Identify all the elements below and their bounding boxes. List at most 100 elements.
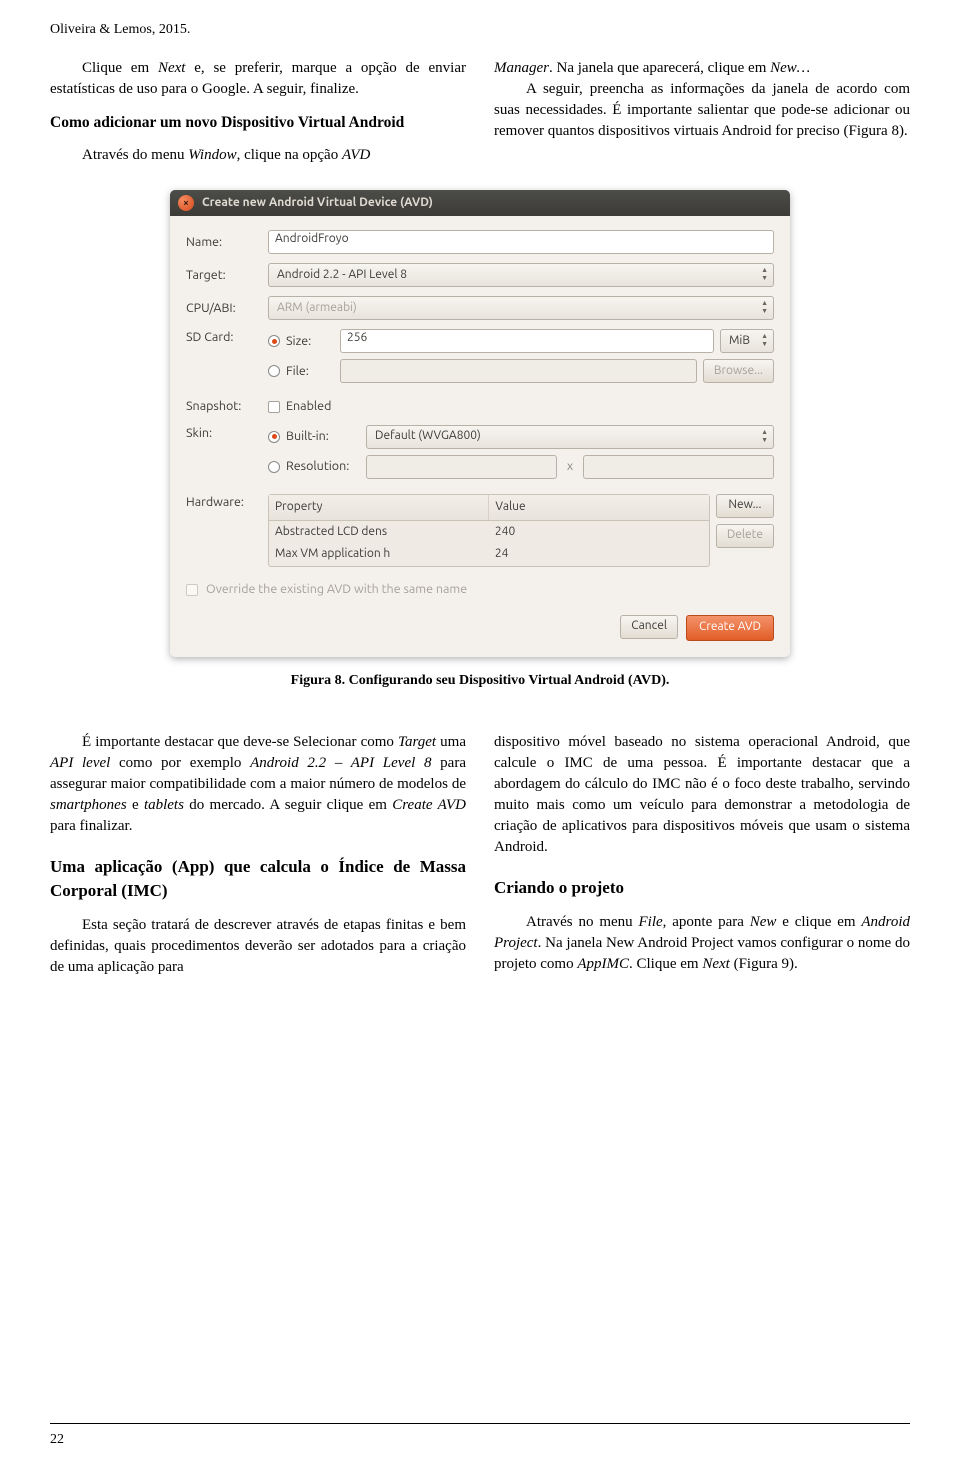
figure-caption: Figura 8. Configurando seu Dispositivo V… (50, 671, 910, 691)
text: , clique na opção (237, 147, 342, 163)
italic: New (750, 914, 777, 930)
italic: Android 2.2 – API Level 8 (250, 755, 431, 771)
italic: smartphones (50, 797, 127, 813)
hardware-table: Property Value Abstracted LCD dens 240 M… (268, 494, 710, 567)
paragraph: Esta seção tratará de descrever através … (50, 915, 466, 978)
label-enabled: Enabled (286, 398, 331, 416)
text: e clique em (776, 914, 861, 930)
label-x: x (563, 458, 577, 476)
italic: Window (188, 147, 236, 163)
chevron-updown-icon: ▲▼ (761, 299, 768, 315)
italic: File (639, 914, 663, 930)
name-input[interactable]: AndroidFroyo (268, 230, 774, 254)
label-target: Target: (186, 267, 260, 285)
label-skin: Skin: (186, 425, 260, 443)
paragraph: A seguir, preencha as informações da jan… (494, 79, 910, 142)
delete-hw-button: Delete (716, 524, 774, 548)
sd-unit-value: MiB (729, 333, 750, 350)
hw-col-value: Value (489, 495, 708, 520)
bottom-right-column: dispositivo móvel baseado no sistema ope… (494, 732, 910, 978)
subheading: Como adicionar um novo Dispositivo Virtu… (50, 112, 466, 134)
hw-prop: Abstracted LCD dens (269, 521, 489, 544)
cpu-value: ARM (armeabi) (277, 300, 357, 317)
italic: AVD (342, 147, 370, 163)
cpu-select: ARM (armeabi) ▲▼ (268, 296, 774, 320)
italic: Manager (494, 60, 549, 76)
radio-resolution[interactable] (268, 461, 280, 473)
avd-dialog: × Create new Android Virtual Device (AVD… (170, 190, 790, 656)
label-sdcard: SD Card: (186, 329, 260, 347)
create-avd-button[interactable]: Create AVD (686, 615, 774, 641)
row-override: Override the existing AVD with the same … (186, 581, 774, 599)
override-checkbox (186, 584, 198, 596)
sd-size-row: Size: 256 MiB ▲▼ (268, 329, 774, 353)
label-snapshot: Snapshot: (186, 398, 260, 416)
figure-8-screenshot: × Create new Android Virtual Device (AVD… (50, 190, 910, 656)
top-left-column: Clique em Next e, se preferir, marque a … (50, 58, 466, 167)
radio-size[interactable] (268, 335, 280, 347)
sd-unit-select[interactable]: MiB ▲▼ (720, 329, 774, 353)
label-cpu: CPU/ABI: (186, 300, 260, 318)
label-hardware: Hardware: (186, 494, 260, 512)
target-select[interactable]: Android 2.2 - API Level 8 ▲▼ (268, 263, 774, 287)
hw-val: 24 (489, 543, 709, 566)
page-number: 22 (50, 1430, 64, 1450)
skin-select[interactable]: Default (WVGA800) ▲▼ (366, 425, 774, 449)
cancel-button[interactable]: Cancel (620, 615, 678, 639)
dialog-footer: Cancel Create AVD (186, 615, 774, 641)
table-row[interactable]: Max VM application h 24 (269, 543, 709, 566)
res-height-input (583, 455, 774, 479)
text: uma (436, 734, 466, 750)
row-name: Name: AndroidFroyo (186, 230, 774, 254)
text: (Figura 9). (730, 956, 798, 972)
hw-col-property: Property (269, 495, 489, 520)
text: . Na janela que aparecerá, clique em (549, 60, 770, 76)
radio-builtin[interactable] (268, 431, 280, 443)
sd-size-input[interactable]: 256 (340, 329, 714, 353)
label-name: Name: (186, 234, 260, 252)
label-resolution: Resolution: (286, 458, 360, 476)
text: É importante destacar que deve-se Seleci… (82, 734, 398, 750)
section-heading: Uma aplicação (App) que calcula o Índice… (50, 855, 466, 903)
text: e (127, 797, 144, 813)
italic: API level (50, 755, 110, 771)
dialog-title: Create new Android Virtual Device (AVD) (202, 195, 433, 212)
bottom-columns: É importante destacar que deve-se Seleci… (50, 732, 910, 978)
label-builtin: Built-in: (286, 428, 360, 446)
text: Através do menu (82, 147, 188, 163)
label-size: Size: (286, 333, 334, 351)
chevron-updown-icon: ▲▼ (761, 428, 768, 444)
paragraph: Através no menu File, aponte para New e … (494, 912, 910, 975)
hw-prop: Max VM application h (269, 543, 489, 566)
text: , aponte para (663, 914, 750, 930)
text: Clique em (82, 60, 158, 76)
row-sdcard: SD Card: Size: 256 MiB ▲▼ File: (186, 329, 774, 389)
row-cpu: CPU/ABI: ARM (armeabi) ▲▼ (186, 296, 774, 320)
res-width-input (366, 455, 557, 479)
text: . Clique em (629, 956, 702, 972)
radio-file[interactable] (268, 365, 280, 377)
top-right-column: Manager. Na janela que aparecerá, clique… (494, 58, 910, 167)
sd-file-input (340, 359, 697, 383)
snapshot-checkbox[interactable] (268, 401, 280, 413)
label-override: Override the existing AVD with the same … (206, 581, 467, 599)
text: para finalizar. (50, 818, 132, 834)
italic: Create AVD (392, 797, 466, 813)
hw-val: 240 (489, 521, 709, 544)
italic: New… (770, 60, 810, 76)
table-row[interactable]: Abstracted LCD dens 240 (269, 521, 709, 544)
chevron-updown-icon: ▲▼ (761, 332, 768, 348)
section-heading: Criando o projeto (494, 876, 910, 900)
paragraph: Manager. Na janela que aparecerá, clique… (494, 58, 910, 79)
dialog-titlebar: × Create new Android Virtual Device (AVD… (170, 190, 790, 216)
top-columns: Clique em Next e, se preferir, marque a … (50, 58, 910, 167)
row-hardware: Hardware: Property Value Abstracted LCD … (186, 494, 774, 567)
row-target: Target: Android 2.2 - API Level 8 ▲▼ (186, 263, 774, 287)
close-icon[interactable]: × (178, 195, 194, 211)
italic: Target (398, 734, 436, 750)
paragraph: dispositivo móvel baseado no sistema ope… (494, 732, 910, 858)
author-line: Oliveira & Lemos, 2015. (50, 20, 910, 40)
new-hw-button[interactable]: New... (716, 494, 774, 518)
chevron-updown-icon: ▲▼ (761, 266, 768, 282)
target-value: Android 2.2 - API Level 8 (277, 267, 407, 284)
